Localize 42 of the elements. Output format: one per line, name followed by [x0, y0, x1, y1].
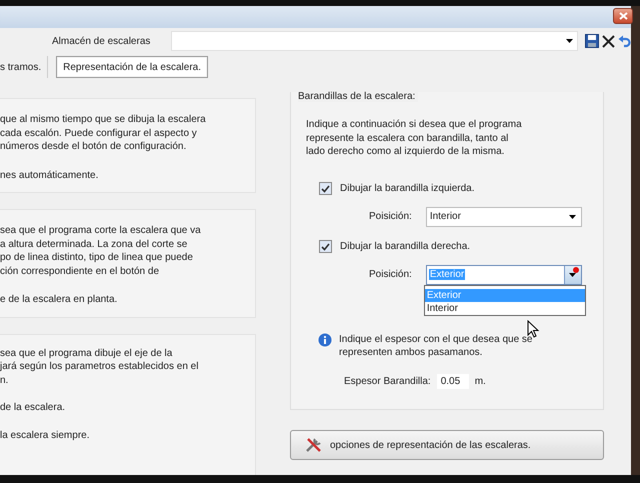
options-button[interactable]: opciones de representación de las escaleras.: [290, 430, 604, 460]
thickness-field[interactable]: 0.05: [436, 374, 469, 388]
click-indicator-icon: [572, 266, 579, 272]
close-icon: [618, 12, 628, 20]
checkbox-label: Dibujar la barandilla izquierda.: [340, 183, 475, 194]
caret-icon: [569, 272, 576, 276]
description-text: ción correspondiente en el botón de: [0, 264, 160, 278]
unit-label: m.: [474, 376, 486, 386]
tools-icon: [305, 437, 323, 453]
tab[interactable]: s tramos.: [0, 56, 48, 78]
description-text: la escalera siempre.: [0, 428, 90, 442]
description-text: n.: [0, 374, 10, 387]
caret-icon: [569, 214, 576, 218]
checkbox-label: Dibujar la barandilla derecha.: [340, 241, 470, 252]
position-label: Poisición:: [369, 269, 412, 280]
tab[interactable]: Representación de la escalera.: [56, 56, 208, 78]
store-label: Almacén de escaleras: [52, 36, 152, 46]
undo-icon[interactable]: [618, 34, 631, 48]
caret-icon: [566, 39, 574, 43]
dropdown-option[interactable]: Interior: [424, 302, 585, 314]
description-text: po de linea distinto, tipo de linea que puede: [0, 251, 194, 264]
description-text: Indique a continuación si desea que el programa represente la escalera con barandilla, tanto al lado derecho como al izquierdo de la misma.: [306, 118, 522, 158]
checkbox[interactable]: [319, 240, 332, 253]
close-button[interactable]: [613, 8, 633, 24]
description-text: de la escalera.: [0, 401, 66, 414]
description-text: números desde el botón de configuración.: [0, 140, 188, 154]
thickness-label: Espesor Barandilla:: [344, 376, 431, 386]
description-text: nes automáticamente.: [0, 168, 100, 182]
description-text: sea que el programa dibuje el eje de la: [0, 346, 174, 360]
description-text: cada escalón. Puede configurar el aspecto y: [0, 126, 198, 140]
note-text: Indique el espesor con el que desea que se representen ambos pasamanos.: [339, 332, 534, 360]
description-text: a altura determinada. La zona del corte se: [0, 238, 188, 251]
description-text: jará según los parametros establecidos en el: [0, 360, 200, 374]
description-text: que al mismo tiempo que se dibuja la escalera: [0, 113, 207, 126]
save-icon[interactable]: [585, 34, 600, 48]
info-icon: [318, 332, 332, 346]
checkbox[interactable]: [319, 182, 332, 195]
delete-icon[interactable]: [602, 34, 615, 48]
position-select[interactable]: Interior: [426, 206, 582, 226]
description-text: e de la escalera en planta.: [0, 293, 118, 306]
description-text: sea que el programa corte la escalera que va: [0, 224, 202, 238]
position-label: Poisición:: [369, 211, 412, 222]
